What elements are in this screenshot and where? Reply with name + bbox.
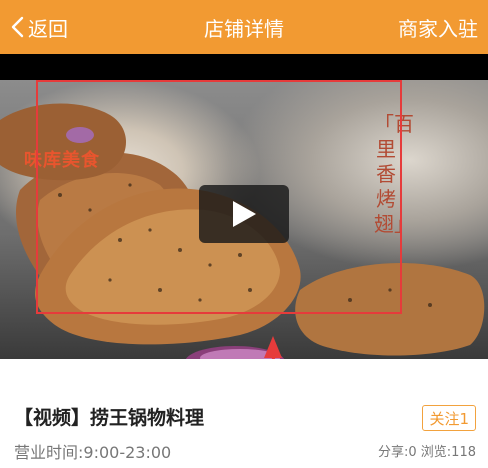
top-nav-bar: 返回 店铺详情 商家入驻 [0, 0, 488, 54]
back-button[interactable]: 返回 [10, 0, 68, 54]
merchant-join-button[interactable]: 商家入驻 [398, 0, 478, 54]
follow-button[interactable]: 关注1 [422, 405, 476, 431]
back-label: 返回 [28, 16, 68, 41]
chevron-left-icon [11, 16, 24, 38]
brand-watermark: 味库美食 [24, 150, 100, 171]
play-button[interactable] [199, 185, 289, 243]
shop-info: 【视频】捞王锅物料理 关注1 营业时间:9:00-23:00 分享:0 浏览:1… [0, 359, 488, 468]
share-view-stats: 分享:0 浏览:118 [378, 445, 476, 460]
play-icon [233, 201, 256, 227]
video-letterbox [0, 54, 488, 80]
shop-name: 【视频】捞王锅物料理 [14, 407, 205, 429]
video-player[interactable]: 味库美食 「百里香烤翅」 [0, 54, 488, 359]
dish-title-overlay: 「百里香烤翅」 [374, 112, 414, 236]
business-hours: 营业时间:9:00-23:00 [14, 443, 172, 462]
